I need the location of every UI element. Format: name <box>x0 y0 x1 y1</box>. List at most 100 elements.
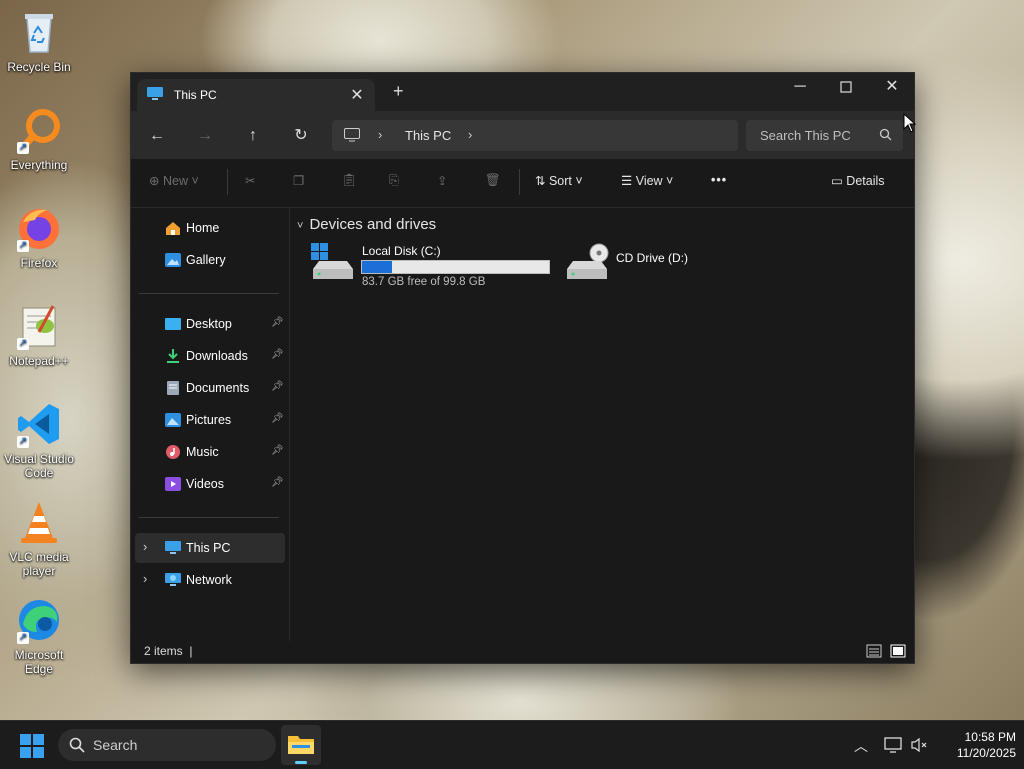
clock[interactable]: 10:58 PM 11/20/2025 <box>936 729 1016 761</box>
breadcrumb-this-pc[interactable]: This PC <box>405 128 451 143</box>
videos-icon <box>165 477 181 491</box>
drive-cd-d[interactable]: CD Drive (D:) <box>565 243 745 293</box>
sidebar-item-this-pc[interactable]: › This PC <box>135 533 285 563</box>
shortcut-arrow-icon: ↗ <box>17 632 29 644</box>
downloads-icon <box>165 349 181 363</box>
search-placeholder: Search This PC <box>760 128 851 143</box>
sidebar-label: This PC <box>186 541 231 555</box>
pin-icon[interactable]: 📌︎ <box>271 413 284 424</box>
desktop-icon-recycle-bin[interactable]: Recycle Bin <box>1 8 77 74</box>
desktop-icon-label: Visual Studio Code <box>4 452 74 480</box>
desktop-icon-label: Everything <box>10 158 68 172</box>
divider <box>139 517 279 518</box>
close-tab-icon[interactable]: ✕ <box>349 85 365 105</box>
plus-circle-icon: ⊕ <box>149 174 160 188</box>
vscode-icon: ↗ <box>15 400 63 448</box>
details-pane-icon: ▭ <box>831 174 843 188</box>
rename-icon[interactable]: ⎘ <box>389 173 399 188</box>
sidebar-item-pictures[interactable]: Pictures 📌︎ <box>135 405 285 435</box>
sidebar-item-videos[interactable]: Videos 📌︎ <box>135 469 285 499</box>
sidebar-item-desktop[interactable]: Desktop 📌︎ <box>135 309 285 339</box>
chevron-right-icon[interactable]: › <box>143 571 147 586</box>
vlc-cone-icon <box>15 498 63 546</box>
desktop-icon-label: Microsoft Edge <box>14 648 64 676</box>
close-window-button[interactable]: ✕ <box>869 73 915 101</box>
address-bar[interactable]: › This PC › <box>332 120 738 151</box>
desktop-icon-vlc[interactable]: VLC media player <box>1 498 77 578</box>
refresh-icon[interactable]: ↻ <box>289 124 313 148</box>
chevron-right-icon[interactable]: › <box>468 127 472 142</box>
sidebar-item-network[interactable]: › Network <box>135 565 285 595</box>
speaker-muted-icon[interactable] <box>910 737 928 756</box>
share-icon[interactable]: ⇪ <box>437 173 447 188</box>
desktop-icon-vscode[interactable]: ↗ Visual Studio Code <box>1 400 77 480</box>
cut-icon[interactable]: ✂ <box>245 173 255 188</box>
sidebar-label: Gallery <box>186 253 226 267</box>
pin-icon[interactable]: 📌︎ <box>271 349 284 360</box>
status-bar: 2 items | <box>131 641 914 663</box>
details-view-icon[interactable] <box>866 643 882 659</box>
search-icon <box>69 737 85 756</box>
shortcut-arrow-icon: ↗ <box>17 240 29 252</box>
details-button[interactable]: ▭ Details <box>831 173 885 188</box>
drive-free-space: 83.7 GB free of 99.8 GB <box>362 276 486 288</box>
shortcut-arrow-icon: ↗ <box>17 142 29 154</box>
minimize-button[interactable]: ─ <box>777 73 823 101</box>
forward-arrow-icon[interactable]: → <box>193 124 217 148</box>
tiles-view-icon[interactable] <box>890 643 906 659</box>
desktop-icon-notepad-plus-plus[interactable]: ↗ Notepad++ <box>1 302 77 368</box>
sidebar-label: Network <box>186 573 232 587</box>
chevron-up-icon[interactable]: ︿ <box>854 736 868 756</box>
sidebar-item-downloads[interactable]: Downloads 📌︎ <box>135 341 285 371</box>
tab-this-pc[interactable]: This PC ✕ <box>137 79 375 111</box>
firefox-icon: ↗ <box>15 204 63 252</box>
copy-icon[interactable]: ❐ <box>293 173 304 188</box>
pin-icon[interactable]: 📌︎ <box>271 381 284 392</box>
pin-icon[interactable]: 📌︎ <box>271 477 284 488</box>
group-title: Devices and drives <box>309 216 437 233</box>
back-arrow-icon[interactable]: ← <box>145 124 169 148</box>
view-list-icon: ☰ <box>621 174 633 188</box>
more-options-button[interactable]: ••• <box>711 173 727 187</box>
maximize-button[interactable] <box>823 73 869 101</box>
sidebar-label: Downloads <box>186 349 248 363</box>
taskbar-file-explorer-button[interactable] <box>281 725 321 765</box>
new-button[interactable]: ⊕ New ˅ <box>149 173 199 188</box>
sidebar-item-home[interactable]: Home <box>135 213 285 243</box>
title-bar[interactable]: This PC ✕ + ─ ✕ <box>131 73 914 111</box>
pin-icon[interactable]: 📌︎ <box>271 445 284 456</box>
desktop-icon-everything[interactable]: ↗ Everything <box>1 106 77 172</box>
drive-local-disk-c[interactable]: Local Disk (C:) 83.7 GB free of 99.8 GB <box>311 243 553 293</box>
view-button[interactable]: ☰ View ˅ <box>621 173 673 188</box>
music-icon <box>165 445 181 459</box>
edge-icon: ↗ <box>15 596 63 644</box>
pin-icon[interactable]: 📌︎ <box>271 317 284 328</box>
start-button[interactable] <box>20 734 44 758</box>
up-arrow-icon[interactable]: ↑ <box>241 124 265 148</box>
recycle-bin-icon <box>15 8 63 56</box>
chevron-right-icon[interactable]: › <box>143 539 147 554</box>
command-bar: ⊕ New ˅ ✂ ❐ 📋︎ ⎘ ⇪ 🗑︎ ⇅ Sort ˅ ☰ View ˅ … <box>131 159 914 208</box>
folder-icon <box>288 734 314 759</box>
sort-button[interactable]: ⇅ Sort ˅ <box>535 173 583 188</box>
taskbar-search-input[interactable]: Search <box>58 729 276 761</box>
desktop-icon-firefox[interactable]: ↗ Firefox <box>1 204 77 270</box>
cd-drive-icon <box>565 243 609 284</box>
drive-name: Local Disk (C:) <box>362 244 441 258</box>
search-icon <box>879 128 892 144</box>
delete-icon[interactable]: 🗑︎ <box>485 173 501 188</box>
drive-name: CD Drive (D:) <box>616 251 688 265</box>
sidebar-item-music[interactable]: Music 📌︎ <box>135 437 285 467</box>
documents-icon <box>165 381 181 395</box>
display-icon[interactable] <box>884 737 902 756</box>
sidebar-item-gallery[interactable]: Gallery <box>135 245 285 275</box>
chevron-down-icon[interactable]: ˅ <box>297 220 303 232</box>
new-tab-icon[interactable]: + <box>393 82 409 100</box>
paste-icon[interactable]: 📋︎ <box>341 173 357 188</box>
sidebar-item-documents[interactable]: Documents 📌︎ <box>135 373 285 403</box>
desktop-icon-edge[interactable]: ↗ Microsoft Edge <box>1 596 77 676</box>
group-header-devices[interactable]: ˅ Devices and drives <box>297 216 436 233</box>
search-input[interactable]: Search This PC <box>746 120 903 151</box>
chevron-right-icon[interactable]: › <box>378 127 382 142</box>
shortcut-arrow-icon: ↗ <box>17 338 29 350</box>
